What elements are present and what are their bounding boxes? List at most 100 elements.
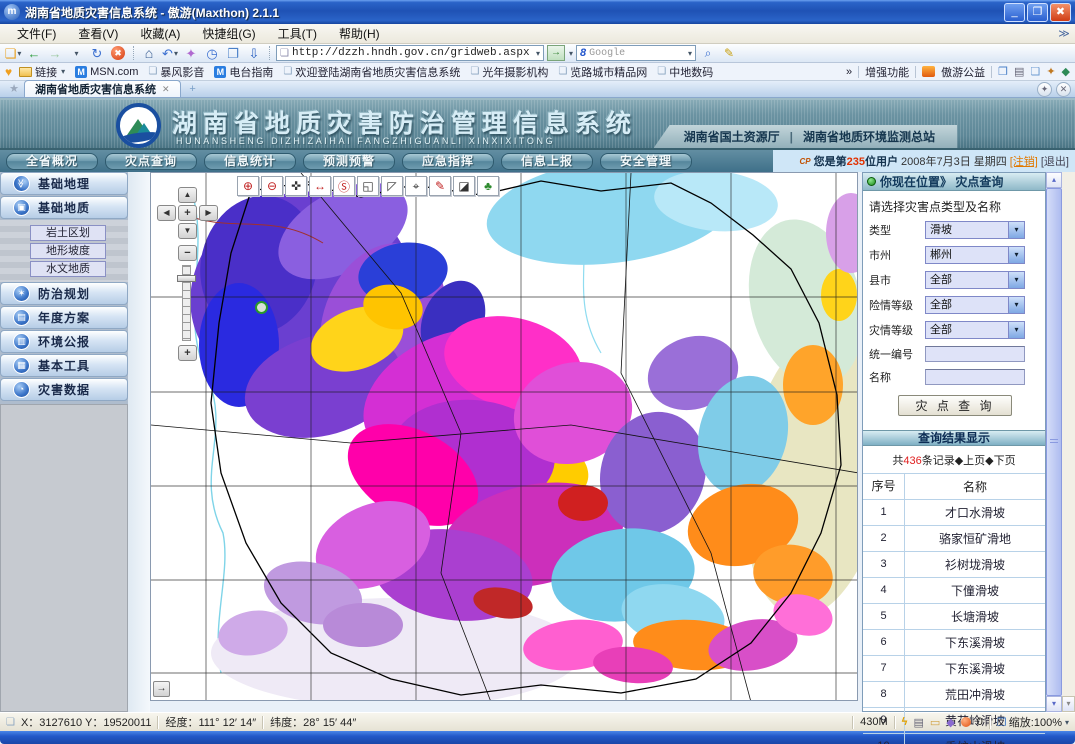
menu-help[interactable]: 帮助(H) (328, 23, 391, 44)
sidebar-item-env-bulletin[interactable]: ▥ 环境公报 (0, 330, 128, 353)
chevron-down-icon[interactable]: ▾ (1008, 222, 1024, 238)
scroll-down-icon[interactable]: ▾ (1046, 696, 1062, 712)
measure-distance-icon[interactable]: ↔ (309, 176, 331, 196)
table-row[interactable]: 4下僮滑坡 (863, 578, 1045, 604)
popup-blocker-button[interactable]: ❐ (224, 45, 242, 62)
bookmark-item[interactable]: ❏欢迎登陆湖南省地质灾害信息系统 (280, 64, 463, 80)
plugin-icon[interactable]: ◆ (946, 716, 954, 729)
prev-page-link[interactable]: ◆上页 (955, 455, 985, 467)
chevron-down-icon[interactable]: ▾ (1008, 272, 1024, 288)
logout-link[interactable]: [注销] (1010, 153, 1038, 169)
sidebar-item-annual-plan[interactable]: ▤ 年度方案 (0, 306, 128, 329)
next-page-link[interactable]: ◆下页 (985, 455, 1015, 467)
favorites-heart-icon[interactable]: ♥ (5, 65, 12, 79)
eraser-icon[interactable]: ◪ (453, 176, 475, 196)
tab-active[interactable]: 湖南省地质灾害信息系统 ✕ (24, 80, 181, 97)
pan-center-icon[interactable]: + (178, 205, 197, 221)
submenu-rock-zoning[interactable]: 岩土区划 (30, 225, 106, 241)
identify-icon[interactable]: ⌖ (405, 176, 427, 196)
new-tab-plus-icon[interactable]: + (184, 83, 202, 97)
table-row[interactable]: 2骆家恒矿滑地 (863, 526, 1045, 552)
city-select[interactable]: 郴州▾ (925, 246, 1025, 264)
sidebar-item-basic-geography[interactable]: ≫ 基础地理 (0, 172, 128, 195)
restore-button[interactable]: ❐ (1027, 3, 1048, 22)
sidebar-item-disaster-data[interactable]: ◔ 灾害数据 (0, 378, 128, 401)
ad-blocker-icon[interactable] (961, 717, 971, 727)
exit-link[interactable]: [退出] (1041, 153, 1069, 169)
pan-down-icon[interactable]: ▼ (178, 223, 197, 239)
bookmark-item[interactable]: M电台指南 (211, 64, 276, 80)
browser-scroll-down-icon[interactable]: ▾ (1062, 696, 1075, 712)
pan-hand-icon[interactable]: ✜ (285, 176, 307, 196)
table-row[interactable]: 6下东溪滑坡 (863, 630, 1045, 656)
menu-favorites[interactable]: 收藏(A) (129, 23, 191, 44)
bookmarks-overflow-icon[interactable]: » (846, 66, 852, 78)
printer-icon[interactable]: ▤ (914, 716, 924, 729)
refresh-button[interactable]: ↻ (88, 45, 106, 62)
zoom-in-icon[interactable]: ⊕ (237, 176, 259, 196)
org-link-2[interactable]: 湖南省地质环境监测总站 (803, 128, 935, 145)
url-dropdown-icon[interactable]: ▾ (536, 49, 540, 58)
sidebar-item-basic-geology[interactable]: ▣ 基础地质 (0, 196, 128, 219)
go-dropdown-icon[interactable]: ▾ (569, 49, 573, 58)
pan-right-icon[interactable]: ▶ (199, 205, 218, 221)
pan-left-icon[interactable]: ◀ (157, 205, 176, 221)
menu-tools[interactable]: 工具(T) (267, 23, 328, 44)
minimize-button[interactable]: _ (1004, 3, 1025, 22)
enhance-features-link[interactable]: 增强功能 (865, 64, 909, 80)
unified-id-input[interactable] (925, 346, 1025, 362)
feed-icon[interactable]: ✦ (1046, 65, 1055, 78)
map-scroll-right-button[interactable]: → (153, 681, 170, 697)
menu-groups[interactable]: 快捷组(G) (191, 23, 266, 44)
chevron-down-icon[interactable]: ▾ (1008, 247, 1024, 263)
nav-tab-forecast[interactable]: 预测预警 (303, 153, 395, 170)
bookmark-item[interactable]: ❏览路城市精品网 (555, 64, 650, 80)
folder-icon[interactable]: ▭ (930, 716, 940, 729)
scale-icon[interactable]: Ⓢ (333, 176, 355, 196)
boost-icon[interactable]: ϟ (902, 716, 908, 728)
magic-fill-button[interactable]: ✦ (182, 45, 200, 62)
back-button[interactable]: ← (25, 45, 43, 62)
go-button[interactable]: → (547, 45, 565, 61)
stop-button[interactable]: ✖ (109, 45, 127, 62)
undo-button[interactable]: ↶▾ (161, 45, 179, 62)
menu-file[interactable]: 文件(F) (6, 23, 67, 44)
close-button[interactable]: ✖ (1050, 3, 1071, 22)
home-button[interactable]: ⌂ (140, 45, 158, 62)
select-box-icon[interactable]: ◸ (381, 176, 403, 196)
bookmark-item[interactable]: ❏中地数码 (654, 64, 716, 80)
zoom-window-icon[interactable]: ◱ (357, 176, 379, 196)
county-select[interactable]: 全部▾ (925, 271, 1025, 289)
favorites-star-icon[interactable]: ★ (4, 82, 24, 97)
new-tab-button[interactable]: ❏▾ (4, 45, 22, 62)
scroll-thumb[interactable] (1046, 188, 1062, 696)
name-input[interactable] (925, 369, 1025, 385)
disaster-query-button[interactable]: 灾 点 查 询 (898, 395, 1012, 416)
nav-tab-report[interactable]: 信息上报 (501, 153, 593, 170)
nav-tab-overview[interactable]: 全省概况 (6, 153, 98, 170)
tab-tools-icon[interactable]: ✦ (1037, 82, 1052, 97)
scroll-up-icon[interactable]: ▴ (1046, 172, 1062, 188)
skin-icon[interactable]: ◆ (1062, 65, 1070, 78)
search-input[interactable]: Google (589, 48, 684, 59)
org-link-1[interactable]: 湖南省国土资源厅 (684, 128, 780, 145)
gps-marker-icon[interactable] (255, 301, 268, 314)
toolbar-collapse-icon[interactable]: ≫ (1053, 27, 1075, 40)
forward-button[interactable]: → (46, 45, 64, 62)
search-engine-dropdown-icon[interactable]: ▾ (688, 49, 692, 58)
history-dropdown-button[interactable]: ▾ (67, 45, 85, 62)
zoom-slider-thumb[interactable] (177, 275, 196, 282)
pan-up-icon[interactable]: ▲ (178, 187, 197, 203)
table-row[interactable]: 1才口水滑坡 (863, 500, 1045, 526)
risk-level-select[interactable]: 全部▾ (925, 296, 1025, 314)
sidebar-item-basic-tools[interactable]: ▦ 基本工具 (0, 354, 128, 377)
bookmark-item[interactable]: ❏光年摄影机构 (467, 64, 551, 80)
disaster-level-select[interactable]: 全部▾ (925, 321, 1025, 339)
search-button[interactable]: ⌕ (699, 45, 717, 62)
charity-bowl-icon[interactable] (922, 66, 935, 77)
submenu-hydrogeology[interactable]: 水文地质 (30, 261, 106, 277)
draw-line-icon[interactable]: ✎ (429, 176, 451, 196)
menu-view[interactable]: 查看(V) (67, 23, 129, 44)
history-button[interactable]: ◷ (203, 45, 221, 62)
chevron-down-icon[interactable]: ▾ (1008, 322, 1024, 338)
